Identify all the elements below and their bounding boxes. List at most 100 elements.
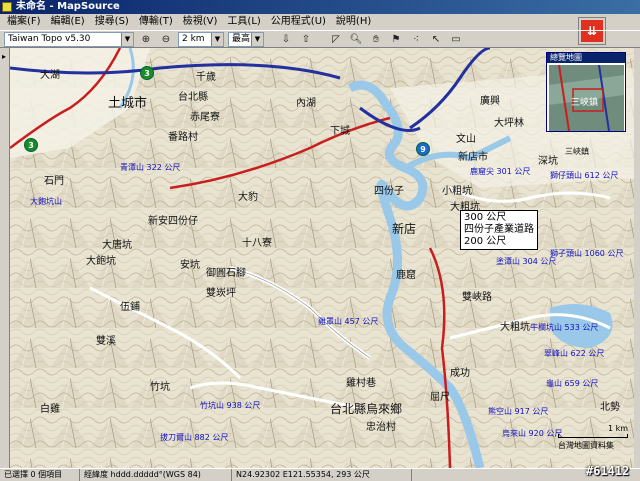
zoom-tool-icon[interactable]: 🔍︎ (348, 31, 364, 47)
highway-shield: 3 (24, 138, 38, 152)
route-info-line: 200 公尺 (464, 236, 507, 247)
menu-transfer[interactable]: 傳輸(T) (134, 14, 178, 30)
track-tool-icon[interactable]: ↖ (428, 31, 444, 47)
highway-shield: 9 (416, 142, 430, 156)
map-label: 雞村巷 (346, 378, 376, 389)
map-label: 雙峽路 (462, 292, 492, 303)
watermark-text: #61412 (586, 464, 630, 478)
peak-label: 熊空山 917 公尺 (488, 407, 549, 416)
peak-label: 牛欄坑山 533 公尺 (530, 323, 599, 332)
map-label: 台北縣烏來鄉 (330, 402, 403, 416)
map-label: 新店 (392, 222, 417, 236)
title-bar[interactable]: 未命名 - MapSource (0, 0, 640, 14)
waypoint-flag-icon[interactable]: ⚑ (388, 31, 404, 47)
status-bar: 已選擇 0 個項目 經緯度 hddd.ddddd°(WGS 84) N24.92… (0, 468, 640, 481)
route-tool-icon[interactable]: ⁖ (408, 31, 424, 47)
menu-bar: 檔案(F) 編輯(E) 搜尋(S) 傳輸(T) 檢視(V) 工具(L) 公用程式… (0, 14, 640, 30)
scale-label: 1 km (607, 424, 628, 433)
map-label: 竹坑 (150, 382, 170, 393)
map-label: 赤尾寮 (190, 112, 220, 123)
status-format: 經緯度 hddd.ddddd°(WGS 84) (80, 468, 232, 481)
menu-search[interactable]: 搜尋(S) (90, 14, 134, 30)
peak-label: 竹坑山 938 公尺 (200, 401, 261, 410)
map-label: 屈尺 (430, 392, 450, 403)
map-product-value: Taiwan Topo v5.30 (8, 33, 91, 44)
map-label: 大唐坑 (102, 240, 132, 251)
map-label: 大坪林 (494, 118, 524, 129)
overview-place-label: 三峽鎮 (571, 98, 599, 108)
map-label: 大粗坑 (500, 322, 530, 333)
peak-label: 烏來山 920 公尺 (502, 429, 563, 438)
send-to-device-icon[interactable]: ⇧ (298, 31, 314, 47)
map-label: 忠治村 (366, 422, 396, 433)
zoom-scale-select[interactable]: 2 km ▼ (178, 31, 224, 47)
chevron-down-icon: ▼ (211, 32, 223, 46)
highway-shield: 3 (140, 66, 154, 80)
menu-utilities[interactable]: 公用程式(U) (266, 14, 331, 30)
chevron-down-icon: ▼ (121, 32, 133, 46)
map-label: 雙溪 (96, 336, 116, 347)
detail-level-value: 最高 (232, 33, 251, 44)
map-left-ruler: ▸ (0, 48, 10, 468)
map-label: 大湖 (40, 70, 60, 81)
peak-label: 獅仔頭山 612 公尺 (550, 171, 619, 180)
hand-pan-icon[interactable]: ✋︎ (368, 31, 384, 47)
map-label: 新安四份仔 (148, 216, 198, 227)
map-label: 三峽鎮 (565, 147, 589, 156)
peak-label: 青潭山 322 公尺 (120, 163, 181, 172)
map-label: 土城市 (108, 96, 148, 111)
map-label: 廣興 (480, 96, 500, 107)
map-right-edge (634, 48, 640, 468)
map-label: 內湖 (296, 98, 316, 109)
overview-title: 總覽地圖 (547, 53, 625, 63)
route-info-line: 四份子產業道路 (464, 224, 534, 235)
menu-help[interactable]: 說明(H) (331, 14, 376, 30)
app-icon (2, 2, 12, 12)
map-label: 伍鋪 (120, 302, 140, 313)
map-label: 下城 (330, 126, 350, 137)
zoom-scale-value: 2 km (182, 33, 205, 44)
status-coords: N24.92302 E121.55354, 293 公尺 (232, 468, 412, 481)
map-canvas[interactable]: 大湖 土城市 千歲 台北縣 赤尾寮 番路村 石門 新安四份仔 大唐坑 安坑 御圓… (10, 48, 634, 468)
menu-tools[interactable]: 工具(L) (222, 14, 265, 30)
peak-label: 拔刀爾山 882 公尺 (160, 433, 229, 442)
zoom-out-icon[interactable]: ⊖ (158, 31, 174, 47)
scale-bar-line (558, 434, 628, 438)
overview-map-body[interactable]: 三峽鎮 (549, 65, 624, 131)
measure-tool-icon[interactable]: ▭ (448, 31, 464, 47)
map-label: 北勢 (600, 402, 620, 413)
map-label: 御圓石腳 (206, 268, 246, 279)
menu-view[interactable]: 檢視(V) (178, 14, 223, 30)
status-selection: 已選擇 0 個項目 (0, 468, 80, 481)
map-label: 成功 (450, 368, 470, 379)
map-label: 新店市 (458, 152, 488, 163)
map-label: 安坑 (180, 260, 200, 271)
peak-label: 雞罩山 457 公尺 (318, 317, 379, 326)
detail-level-select[interactable]: 最高 ▼ (228, 31, 264, 47)
menu-edit[interactable]: 編輯(E) (46, 14, 90, 30)
map-label: 文山 (456, 134, 476, 145)
menu-file[interactable]: 檔案(F) (2, 14, 46, 30)
route-info-line: 300 公尺 (464, 212, 507, 223)
map-label: 大豹 (238, 192, 258, 203)
map-label: 雙崁坪 (206, 288, 236, 299)
map-label: 千歲 (196, 72, 216, 83)
selection-tool-icon[interactable]: ◸ (328, 31, 344, 47)
map-label: 白雞 (40, 404, 60, 415)
mapsource-window: 未命名 - MapSource 檔案(F) 編輯(E) 搜尋(S) 傳輸(T) … (0, 0, 640, 481)
map-label: 深坑 (538, 156, 558, 167)
peak-label: 鹿窟尖 301 公尺 (470, 167, 531, 176)
overview-map-panel[interactable]: 總覽地圖 三峽鎮 (546, 52, 626, 132)
map-label: 鹿窟 (396, 270, 416, 281)
toolbar: Taiwan Topo v5.30 ▼ ⊕ ⊖ 2 km ▼ 最高 ▼ ⇩ ⇧ … (0, 30, 640, 48)
window-title: 未命名 - MapSource (16, 1, 120, 12)
peak-label: 大飽坑山 (30, 197, 62, 206)
route-info-label: 300 公尺 四份子產業道路 200 公尺 (460, 210, 538, 250)
peak-label: 獅子頭山 1060 公尺 (550, 249, 624, 258)
copyright-label: 台灣地圖資料集 (558, 441, 614, 450)
peak-label: 塗潭山 304 公尺 (496, 257, 557, 266)
peak-label: 龜山 659 公尺 (546, 379, 599, 388)
map-product-select[interactable]: Taiwan Topo v5.30 ▼ (4, 31, 134, 47)
zoom-in-icon[interactable]: ⊕ (138, 31, 154, 47)
receive-from-device-icon[interactable]: ⇩ (278, 31, 294, 47)
